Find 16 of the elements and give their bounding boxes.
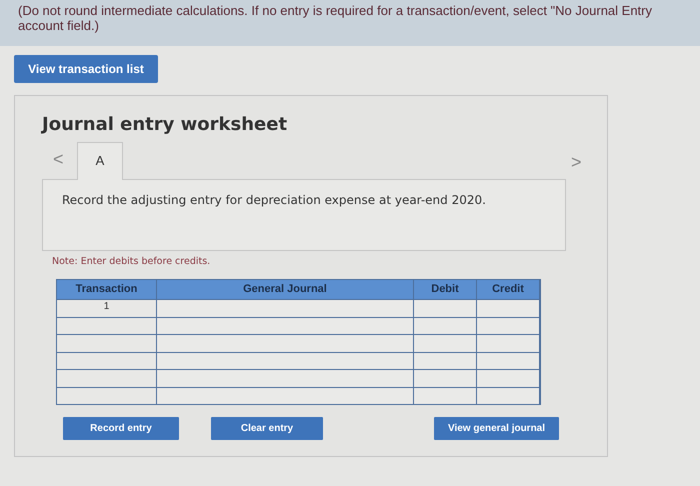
next-arrow[interactable]: > (571, 149, 582, 176)
column-header: Transaction (57, 280, 157, 299)
instruction-text: (Do not round intermediate calculations. If no entry is required for a transaction/event, select "No Journal Entry (18, 3, 653, 18)
prompt-box: Record the adjusting entry for depreciation expense at year-end 2020. (42, 179, 566, 251)
worksheet-title: Journal entry worksheet (42, 113, 288, 137)
record-entry-button[interactable]: Record entry (63, 417, 179, 440)
view-general-journal-button[interactable]: View general journal (434, 417, 559, 440)
tab[interactable]: A (77, 142, 123, 180)
column-header: Credit (477, 280, 540, 299)
previous-arrow[interactable]: < (53, 146, 64, 173)
column-header: General Journal (157, 280, 414, 299)
instruction-text: account field.) (18, 18, 100, 33)
clear-entry-button[interactable]: Clear entry (211, 417, 323, 440)
note-text: Note: Enter debits before credits. (52, 255, 210, 269)
column-header: Debit (414, 280, 477, 299)
view-transaction-list-button[interactable]: View transaction list (14, 55, 158, 83)
